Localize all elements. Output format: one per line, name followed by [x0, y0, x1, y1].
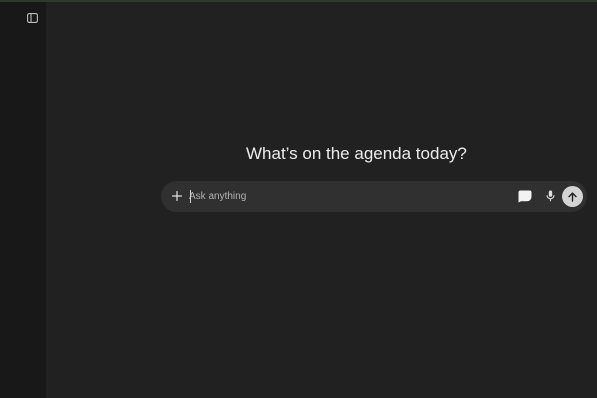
app-window: What’s on the agenda today? [0, 0, 597, 398]
main-panel: What’s on the agenda today? [46, 2, 597, 398]
microphone-icon [545, 190, 555, 202]
arrow-up-icon [568, 191, 577, 202]
sidebar [0, 2, 46, 398]
speech-bubble-icon [518, 190, 532, 202]
prompt-composer [161, 181, 587, 212]
prompt-input[interactable] [189, 187, 509, 206]
plus-icon [172, 191, 182, 201]
add-attachment-button[interactable] [169, 188, 185, 204]
sidebar-toggle-icon [26, 13, 38, 23]
text-caret [190, 190, 191, 203]
send-button[interactable] [562, 186, 583, 207]
page-title: What’s on the agenda today? [246, 144, 467, 163]
voice-chat-button[interactable] [517, 188, 533, 204]
sidebar-toggle-button[interactable] [25, 11, 39, 25]
dictate-button[interactable] [543, 188, 557, 204]
